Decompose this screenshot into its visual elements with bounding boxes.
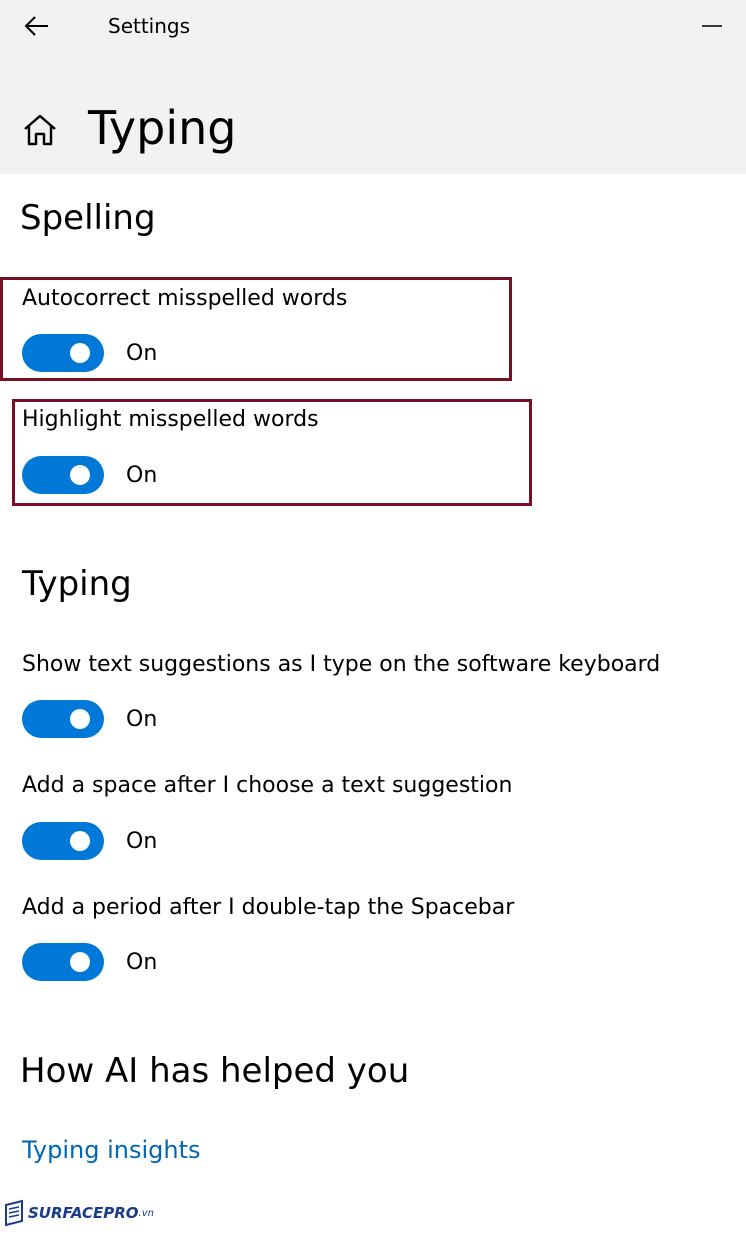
toggle-autocorrect[interactable]: On [22, 334, 157, 372]
toggle-add-space[interactable]: On [22, 822, 157, 860]
setting-label-highlight: Highlight misspelled words [22, 407, 319, 432]
toggle-switch[interactable] [22, 700, 104, 738]
setting-label-add-space: Add a space after I choose a text sugges… [22, 773, 513, 798]
toggle-state-label: On [126, 949, 158, 975]
minimize-button[interactable] [692, 8, 732, 44]
toggle-switch[interactable] [22, 334, 104, 372]
home-button[interactable] [20, 110, 60, 150]
section-title-typing: Typing [22, 564, 132, 604]
surfacepro-logo-icon [5, 1199, 23, 1227]
toggle-knob [70, 952, 90, 972]
home-icon [24, 114, 56, 146]
toggle-text-suggestions[interactable]: On [22, 700, 157, 738]
toggle-add-period[interactable]: On [22, 943, 157, 981]
window-title: Settings [108, 14, 191, 38]
toggle-state-label: On [126, 340, 158, 366]
toggle-state-label: On [126, 828, 158, 854]
setting-label-add-period: Add a period after I double-tap the Spac… [22, 895, 515, 920]
toggle-switch[interactable] [22, 943, 104, 981]
watermark-brand: SURFACEPRO [28, 1204, 139, 1222]
toggle-knob [70, 343, 90, 363]
toggle-state-label: On [126, 706, 158, 732]
minimize-icon [702, 25, 722, 27]
setting-label-autocorrect: Autocorrect misspelled words [22, 286, 348, 311]
watermark: SURFACEPRO .vn [4, 1196, 154, 1230]
back-button[interactable] [18, 8, 56, 44]
toggle-switch[interactable] [22, 822, 104, 860]
toggle-knob [70, 709, 90, 729]
setting-label-text-suggestions: Show text suggestions as I type on the s… [22, 652, 661, 677]
toggle-state-label: On [126, 462, 158, 488]
back-arrow-icon [24, 16, 48, 36]
toggle-knob [70, 831, 90, 851]
section-title-spelling: Spelling [20, 198, 156, 238]
toggle-switch[interactable] [22, 456, 104, 494]
section-title-ai: How AI has helped you [20, 1051, 410, 1091]
toggle-knob [70, 465, 90, 485]
page-title: Typing [88, 101, 237, 155]
watermark-suffix: .vn [138, 1207, 154, 1219]
typing-insights-link[interactable]: Typing insights [22, 1136, 201, 1164]
toggle-highlight[interactable]: On [22, 456, 157, 494]
